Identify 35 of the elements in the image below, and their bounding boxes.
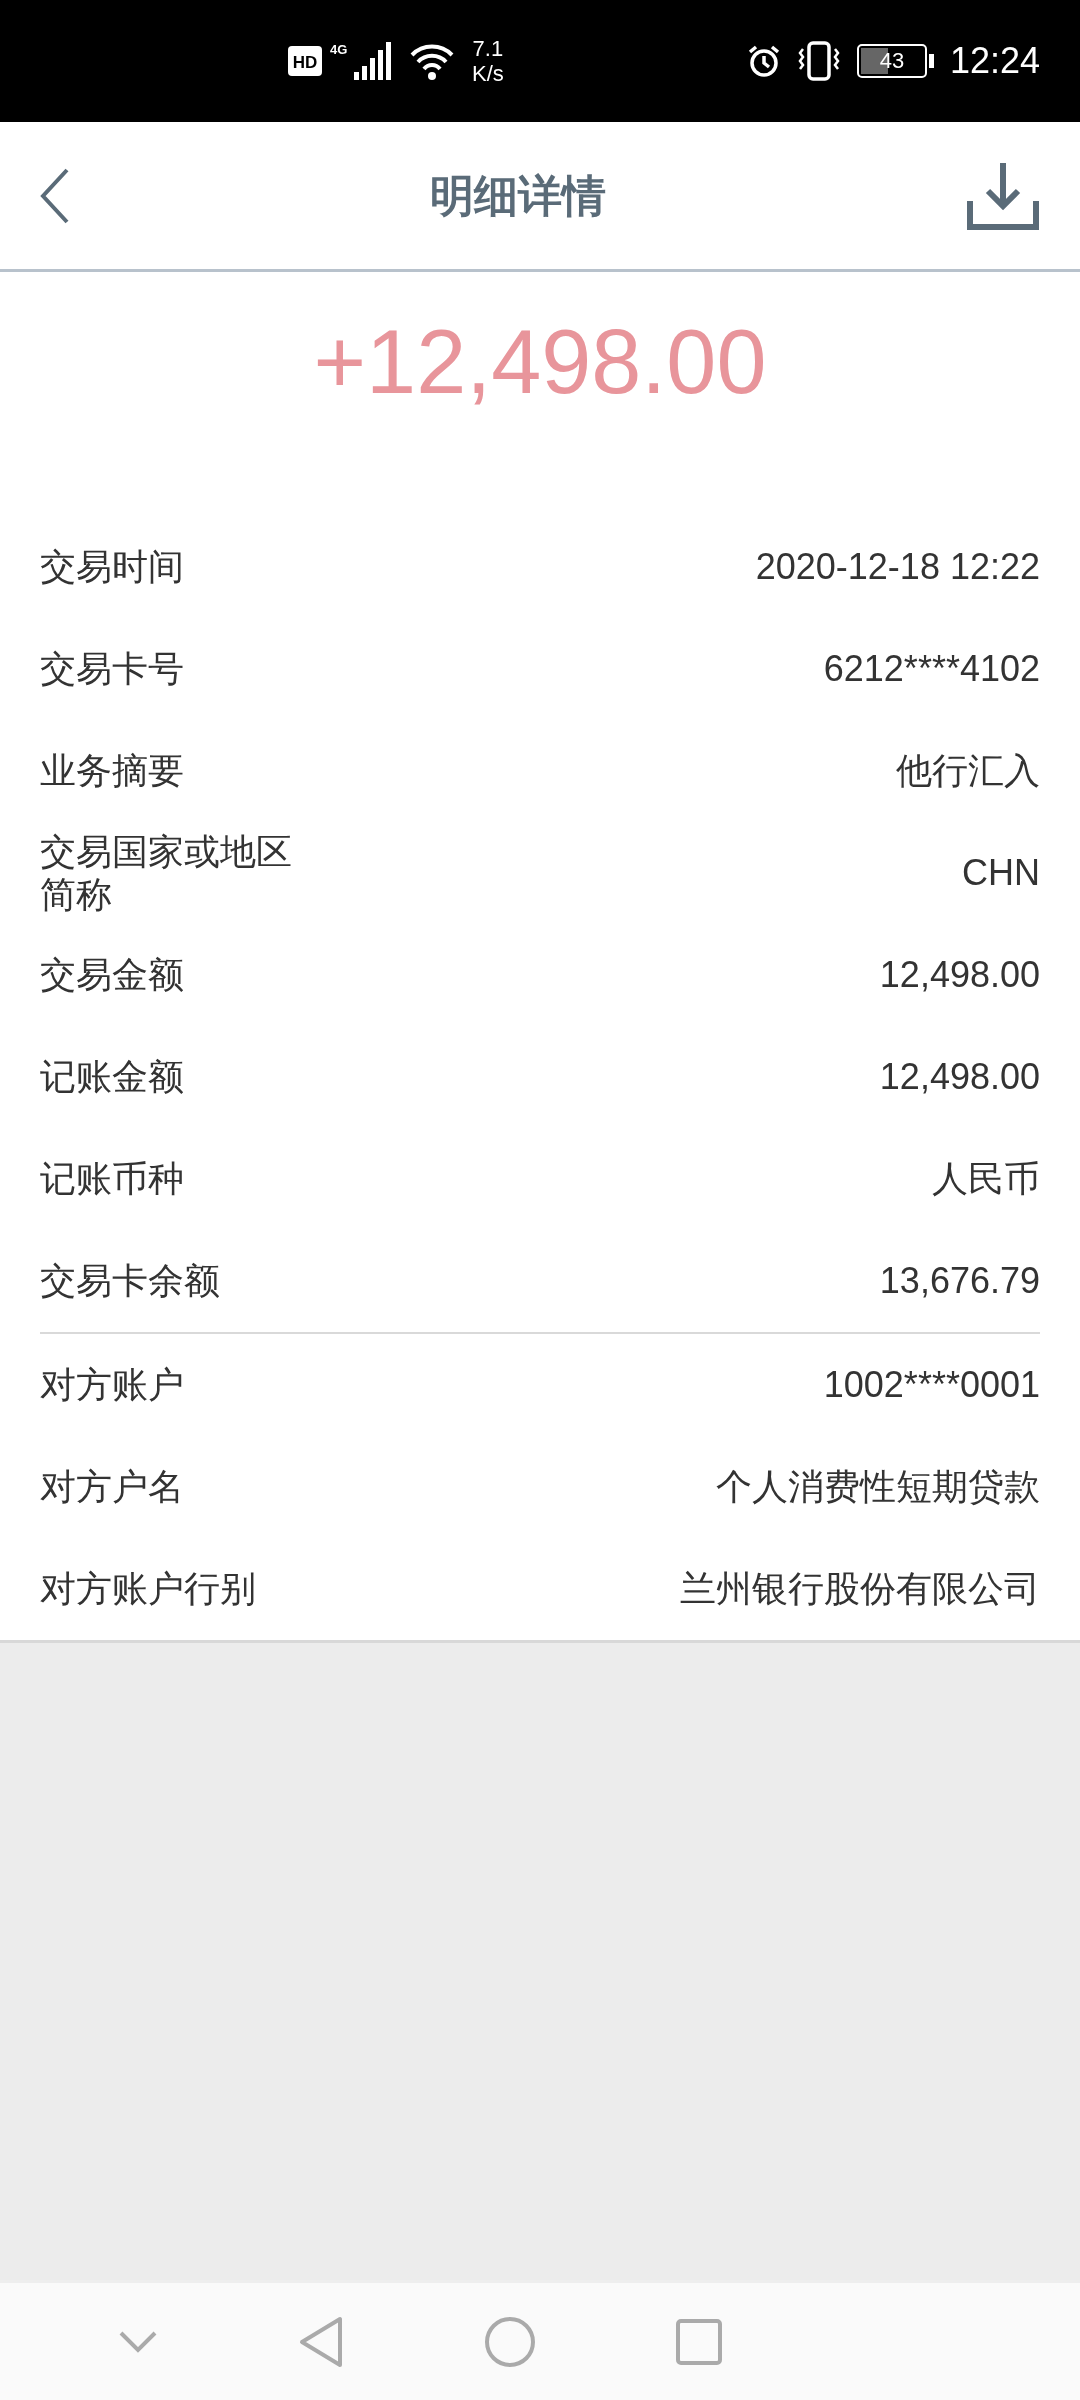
detail-value: 13,676.79 xyxy=(879,1259,1040,1303)
detail-value: 12,498.00 xyxy=(879,1055,1040,1099)
detail-value: 6212****4102 xyxy=(823,647,1040,691)
download-icon[interactable] xyxy=(966,160,1040,231)
alarm-icon xyxy=(746,44,781,78)
recents-icon[interactable] xyxy=(676,2318,722,2365)
home-icon[interactable] xyxy=(484,2315,536,2368)
detail-label: 记账币种 xyxy=(40,1157,185,1201)
detail-label: 交易金额 xyxy=(40,953,185,997)
detail-label: 对方账户 xyxy=(40,1363,185,1407)
detail-label: 记账金额 xyxy=(40,1055,185,1099)
chevron-down-icon[interactable] xyxy=(118,2329,158,2354)
detail-value: 兰州银行股份有限公司 xyxy=(680,1567,1040,1611)
network-speed: 7.1 xyxy=(472,35,504,61)
back-icon[interactable] xyxy=(40,167,70,224)
detail-value: 1002****0001 xyxy=(823,1363,1040,1407)
detail-label: 对方户名 xyxy=(40,1465,185,1509)
transaction-amount: +12,498.00 xyxy=(313,311,767,414)
detail-value: CHN xyxy=(962,851,1040,895)
detail-value: 2020-12-18 12:22 xyxy=(755,545,1040,589)
detail-value: 人民币 xyxy=(932,1157,1040,1201)
detail-value: 12,498.00 xyxy=(879,953,1040,997)
detail-label: 交易时间 xyxy=(40,545,185,589)
hd-icon: HD xyxy=(288,46,322,76)
clock-time: 12:24 xyxy=(949,39,1040,83)
detail-label: 交易卡号 xyxy=(40,647,185,691)
detail-label: 交易卡余额 xyxy=(40,1259,221,1303)
vibrate-icon xyxy=(796,41,841,81)
detail-label: 对方账户行别 xyxy=(40,1567,257,1611)
detail-value: 个人消费性短期贷款 xyxy=(716,1465,1040,1509)
network-speed-unit: K/s xyxy=(472,61,504,87)
page-title: 明细详情 xyxy=(430,169,606,222)
detail-label: 业务摘要 xyxy=(40,749,185,793)
detail-value: 他行汇入 xyxy=(896,749,1040,793)
detail-label: 交易国家或地区简称 xyxy=(40,829,293,917)
